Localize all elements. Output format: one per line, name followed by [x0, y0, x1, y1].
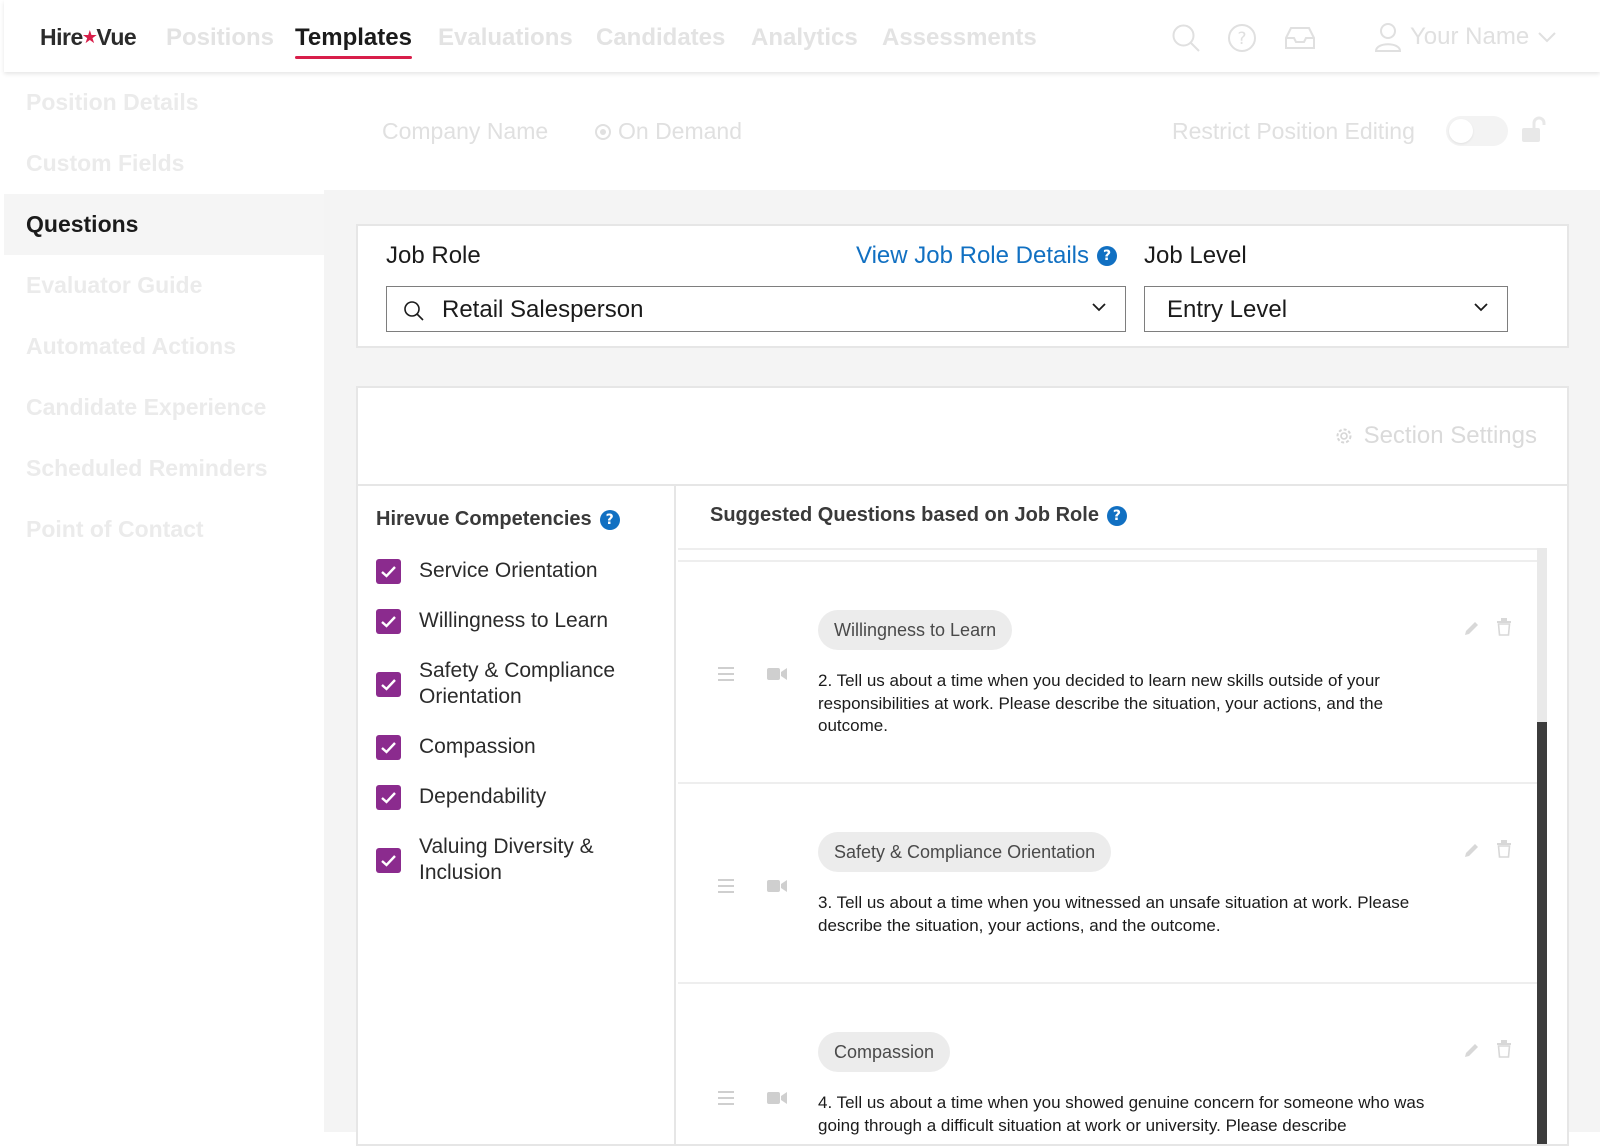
checkbox-checked-icon[interactable] — [376, 558, 401, 584]
question-row: Willingness to Learn 2. Tell us about a … — [678, 562, 1537, 784]
chevron-down-icon — [1474, 303, 1488, 312]
job-role-select[interactable]: Retail Salesperson — [386, 286, 1126, 332]
pencil-icon[interactable] — [1462, 620, 1480, 638]
chevron-down-icon — [1538, 32, 1556, 43]
help-icon[interactable]: ? — [1226, 22, 1258, 54]
inbox-icon[interactable] — [1282, 22, 1315, 54]
competency-checkbox[interactable]: Safety & Compliance Orientation — [376, 658, 636, 710]
tab-analytics[interactable]: Analytics — [751, 24, 858, 52]
divider — [678, 548, 1537, 550]
main-content: Company Name On Demand Restrict Position… — [324, 72, 1600, 1146]
tab-candidates[interactable]: Candidates — [596, 24, 725, 52]
gear-icon — [1336, 428, 1352, 444]
competency-tag: Safety & Compliance Orientation — [818, 832, 1112, 872]
questions-card: Section Settings Hirevue Competencies ? … — [356, 386, 1569, 1146]
job-role-value: Retail Salesperson — [442, 296, 644, 323]
tab-positions[interactable]: Positions — [166, 24, 274, 52]
sidebar-item-custom-fields[interactable]: Custom Fields — [4, 133, 324, 194]
company-name: Company Name — [382, 118, 549, 144]
sidebar-item-point-of-contact[interactable]: Point of Contact — [4, 499, 324, 560]
drag-handle-icon[interactable] — [716, 666, 736, 682]
search-icon — [404, 301, 424, 321]
toggle-knob — [1449, 119, 1473, 143]
job-role-label: Job Role — [386, 242, 481, 269]
competency-checkbox[interactable]: Valuing Diversity & Inclusion — [376, 834, 626, 886]
checkbox-checked-icon[interactable] — [376, 608, 401, 634]
sidebar-item-candidate-experience[interactable]: Candidate Experience — [4, 377, 324, 438]
trash-icon[interactable] — [1496, 618, 1512, 636]
question-row: Safety & Compliance Orientation 3. Tell … — [678, 784, 1537, 984]
competency-checkbox[interactable]: Compassion — [376, 734, 536, 760]
position-info-bar: Company Name On Demand Restrict Position… — [324, 72, 1600, 190]
competency-checkbox[interactable]: Dependability — [376, 784, 546, 810]
suggested-questions-panel: Suggested Questions based on Job Role ? … — [678, 486, 1567, 1144]
checkbox-checked-icon[interactable] — [376, 847, 401, 873]
checkbox-checked-icon[interactable] — [376, 784, 401, 810]
tab-templates[interactable]: Templates — [295, 24, 412, 59]
view-job-role-details-link[interactable]: View Job Role Details ? — [856, 242, 1118, 270]
job-role-card: Job Role View Job Role Details ? Retail … — [356, 224, 1569, 348]
drag-handle-icon[interactable] — [716, 878, 736, 894]
sidebar: Position Details Custom Fields Questions… — [4, 72, 324, 1132]
competencies-panel: Hirevue Competencies ? Service Orientati… — [358, 486, 676, 1144]
unlock-icon — [1520, 116, 1546, 144]
search-icon[interactable] — [1170, 22, 1202, 54]
sidebar-item-automated-actions[interactable]: Automated Actions — [4, 316, 324, 377]
chevron-down-icon — [1092, 303, 1106, 312]
video-camera-icon — [767, 1092, 787, 1104]
top-navigation: Hire ★ Vue Positions Templates Evaluations… — [4, 0, 1600, 72]
help-icon[interactable]: ? — [1106, 505, 1127, 526]
trash-icon[interactable] — [1496, 1040, 1512, 1058]
sidebar-item-evaluator-guide[interactable]: Evaluator Guide — [4, 255, 324, 316]
sidebar-item-scheduled-reminders[interactable]: Scheduled Reminders — [4, 438, 324, 499]
hirevue-logo[interactable]: Hire ★ Vue — [40, 24, 137, 51]
question-text: 2. Tell us about a time when you decided… — [818, 671, 1384, 735]
logo-star-icon: ★ — [81, 27, 98, 47]
pencil-icon[interactable] — [1462, 842, 1480, 860]
restrict-editing-label: Restrict Position Editing — [1172, 118, 1415, 144]
sidebar-item-position-details[interactable]: Position Details — [4, 72, 324, 133]
checkbox-checked-icon[interactable] — [376, 734, 401, 760]
drag-handle-icon[interactable] — [716, 1090, 736, 1106]
job-level-select[interactable]: Entry Level — [1144, 286, 1508, 332]
job-level-value: Entry Level — [1167, 296, 1288, 323]
competencies-title: Hirevue Competencies ? — [376, 508, 620, 531]
job-level-label: Job Level — [1144, 242, 1247, 269]
suggested-questions-title: Suggested Questions based on Job Role ? — [710, 504, 1127, 527]
tab-evaluations[interactable]: Evaluations — [438, 24, 573, 52]
checkbox-checked-icon[interactable] — [376, 671, 401, 697]
question-row: Compassion 4. Tell us about a time when … — [678, 984, 1537, 1144]
competency-checkbox[interactable]: Service Orientation — [376, 558, 598, 584]
video-camera-icon — [767, 880, 787, 892]
competency-tag: Compassion — [818, 1032, 951, 1072]
interview-mode: On Demand — [594, 118, 742, 145]
scrollbar-thumb[interactable] — [1537, 722, 1547, 1144]
restrict-editing-toggle[interactable] — [1446, 116, 1508, 146]
competency-tag: Willingness to Learn — [818, 610, 1013, 650]
competency-checkbox[interactable]: Willingness to Learn — [376, 608, 608, 634]
trash-icon[interactable] — [1496, 840, 1512, 858]
user-name: Your Name — [1410, 23, 1530, 50]
section-settings-button[interactable]: Section Settings — [1334, 422, 1537, 450]
pencil-icon[interactable] — [1462, 1042, 1480, 1060]
tab-assessments[interactable]: Assessments — [882, 24, 1037, 52]
sidebar-item-questions[interactable]: Questions — [4, 194, 324, 255]
user-menu[interactable]: Your Name — [1374, 22, 1557, 52]
svg-text:?: ? — [1237, 29, 1246, 49]
help-icon[interactable]: ? — [599, 509, 620, 530]
user-icon — [1374, 23, 1402, 52]
question-text: 4. Tell us about a time when you showed … — [818, 1093, 1425, 1135]
on-demand-icon — [595, 123, 611, 140]
video-camera-icon — [767, 668, 787, 680]
question-text: 3. Tell us about a time when you witness… — [818, 893, 1410, 935]
help-icon[interactable]: ? — [1097, 246, 1118, 266]
